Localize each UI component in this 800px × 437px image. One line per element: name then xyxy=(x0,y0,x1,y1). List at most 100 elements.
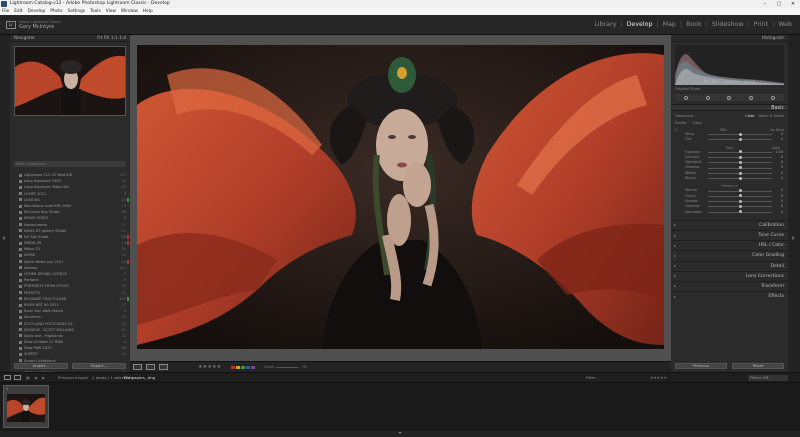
edit-sliders-icon[interactable] xyxy=(683,95,688,100)
back-arrow-icon[interactable]: ◀ xyxy=(34,373,37,383)
tint-slider[interactable]: Tint 0 xyxy=(675,137,784,142)
module-library[interactable]: Library xyxy=(594,20,616,30)
color-label-yellow[interactable] xyxy=(236,365,240,369)
reference-view-button[interactable] xyxy=(159,364,168,370)
color-label-blue[interactable] xyxy=(246,365,250,369)
vibrance-value[interactable]: 0 xyxy=(781,204,783,209)
shadows-value[interactable]: 0 xyxy=(781,165,783,170)
module-develop[interactable]: Develop xyxy=(627,20,653,30)
loupe-view-button[interactable] xyxy=(133,364,142,370)
menu-photo[interactable]: Photo xyxy=(50,8,62,15)
module-book[interactable]: Book xyxy=(686,20,702,30)
dehaze-knob[interactable] xyxy=(738,199,742,203)
module-print[interactable]: Print xyxy=(754,20,769,30)
previous-button[interactable]: Previous xyxy=(675,363,727,369)
clarity-value[interactable]: 0 xyxy=(781,194,783,199)
texture-value[interactable]: 0 xyxy=(781,188,783,193)
module-slideshow[interactable]: Slideshow xyxy=(712,20,744,30)
calibration-section-header[interactable]: Calibration xyxy=(671,219,788,230)
contrast-knob[interactable] xyxy=(738,155,742,159)
module-web[interactable]: Web xyxy=(778,20,792,30)
blacks-slider[interactable]: Blacks 0 xyxy=(675,176,784,181)
menu-file[interactable]: File xyxy=(2,8,9,15)
main-photo[interactable] xyxy=(137,45,664,349)
highlights-value[interactable]: 0 xyxy=(781,160,783,165)
basic-section-header[interactable]: Basic xyxy=(671,104,788,111)
saturation-knob[interactable] xyxy=(738,210,742,214)
filter-stars[interactable]: ★★★★★ xyxy=(650,373,667,383)
navigator-header[interactable]: Navigator Fit Fill 1:1 1:4 xyxy=(10,35,130,42)
reset-button[interactable]: Reset xyxy=(732,363,784,369)
import-button[interactable]: Import... xyxy=(14,363,68,369)
rating-stars[interactable]: ★★★★★ xyxy=(198,364,221,370)
filmstrip-toggle[interactable] xyxy=(0,431,800,437)
zoom-fit[interactable]: Fit xyxy=(97,36,102,41)
navigator-preview[interactable] xyxy=(14,46,126,116)
tint-value[interactable]: 0 xyxy=(781,137,783,142)
histogram[interactable]: ISO 200 24 mm f / 2.8 xyxy=(675,45,784,85)
zoom-1-1[interactable]: 1:1 xyxy=(111,36,118,41)
dehaze-value[interactable]: 0 xyxy=(781,199,783,204)
shadows-knob[interactable] xyxy=(738,166,742,170)
contrast-value[interactable]: 0 xyxy=(781,155,783,160)
menu-edit[interactable]: Edit xyxy=(14,8,22,15)
left-panel-toggle[interactable] xyxy=(0,35,10,372)
menu-tools[interactable]: Tools xyxy=(90,8,101,15)
treatment-bw[interactable]: Black & White xyxy=(759,114,784,118)
blacks-value[interactable]: 0 xyxy=(781,176,783,181)
whites-knob[interactable] xyxy=(738,171,742,175)
color-label-purple[interactable] xyxy=(251,365,255,369)
zoom-fill[interactable]: Fill xyxy=(104,36,110,41)
color-grading-section-header[interactable]: Color Grading xyxy=(671,250,788,260)
menu-help[interactable]: Help xyxy=(143,8,153,15)
detail-section-header[interactable]: Detail xyxy=(671,260,788,271)
red-eye-icon[interactable] xyxy=(749,95,754,100)
temp-value[interactable]: 0 xyxy=(781,132,783,137)
whites-value[interactable]: 0 xyxy=(781,171,783,176)
menu-settings[interactable]: Settings xyxy=(68,8,86,15)
hsl-color-section-header[interactable]: HSL / Color xyxy=(671,240,788,250)
zoom-slider[interactable] xyxy=(276,367,298,368)
crop-icon[interactable] xyxy=(705,95,710,100)
clarity-knob[interactable] xyxy=(738,194,742,198)
module-map[interactable]: Map xyxy=(663,20,676,30)
highlights-knob[interactable] xyxy=(738,160,742,164)
profile-select[interactable]: Color xyxy=(693,121,702,125)
close-button[interactable]: ✕ xyxy=(786,0,800,8)
collections-filter-input[interactable]: Filter Collections xyxy=(14,161,126,167)
effects-section-header[interactable]: Effects xyxy=(671,291,788,301)
temp-knob[interactable] xyxy=(738,132,742,136)
filmstrip-filename[interactable]: Filmpapers_.dng xyxy=(124,373,155,383)
vibrance-knob[interactable] xyxy=(738,205,742,209)
menu-view[interactable]: View xyxy=(106,8,116,15)
healing-icon[interactable] xyxy=(727,95,732,100)
right-panel-toggle[interactable] xyxy=(788,35,800,372)
treatment-color[interactable]: Color xyxy=(745,114,754,118)
minimize-button[interactable]: – xyxy=(758,0,772,8)
menu-window[interactable]: Window xyxy=(121,8,138,15)
main-monitor-icon[interactable] xyxy=(4,375,11,380)
lens-corrections-section-header[interactable]: Lens Corrections xyxy=(671,270,788,281)
tint-knob[interactable] xyxy=(738,138,742,142)
transform-section-header[interactable]: Transform xyxy=(671,280,788,291)
filmstrip-source[interactable]: Previous Import xyxy=(58,373,88,383)
original-photo-checkbox[interactable]: Original Photo xyxy=(675,87,784,91)
grid-icon[interactable]: ▦ xyxy=(26,373,30,383)
zoom-1-4[interactable]: 1:4 xyxy=(119,36,126,41)
exposure-knob[interactable] xyxy=(738,150,742,154)
second-monitor-icon[interactable] xyxy=(14,375,21,380)
filter-select[interactable]: Filters Off xyxy=(748,375,788,381)
forward-arrow-icon[interactable]: ▶ xyxy=(42,373,45,383)
before-after-button[interactable] xyxy=(146,364,155,370)
color-label-red[interactable] xyxy=(231,365,235,369)
exposure-value[interactable]: 0.00 xyxy=(776,150,783,155)
blacks-knob[interactable] xyxy=(738,176,742,180)
saturation-slider[interactable]: Saturation 0 xyxy=(675,210,784,215)
filmstrip-thumbnail[interactable]: 1 xyxy=(3,385,49,428)
texture-knob[interactable] xyxy=(738,189,742,193)
saturation-value[interactable]: 0 xyxy=(781,210,783,215)
menu-develop[interactable]: Develop xyxy=(28,8,46,15)
masking-icon[interactable] xyxy=(771,95,776,100)
maximize-button[interactable]: ▢ xyxy=(772,0,786,8)
tone-curve-section-header[interactable]: Tone Curve xyxy=(671,230,788,240)
